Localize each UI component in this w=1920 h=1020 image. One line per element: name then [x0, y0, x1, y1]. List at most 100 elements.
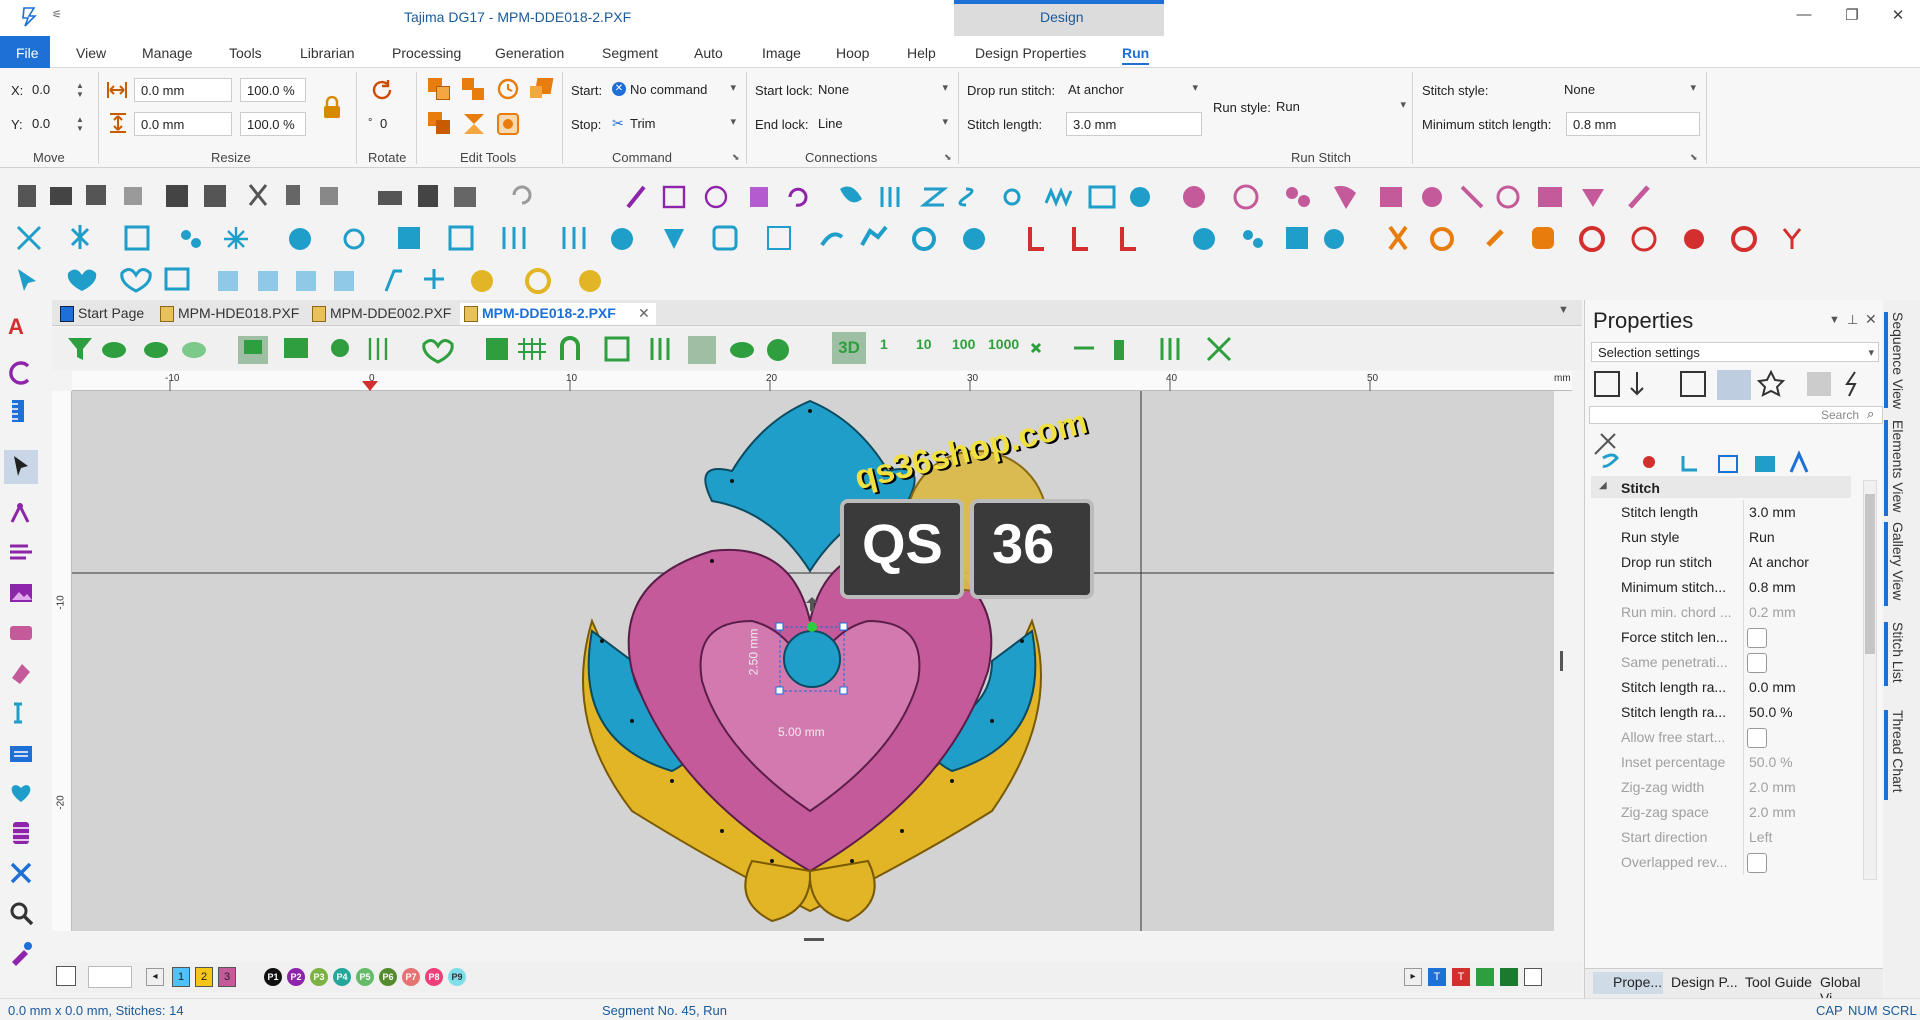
height-input[interactable]: 0.0 mm [134, 112, 232, 136]
hoop-tool-icon[interactable] [8, 620, 34, 646]
run-stitch-launcher-icon[interactable]: ⬊ [1690, 152, 1698, 163]
property-row[interactable]: Stitch length 3.0 mm [1621, 500, 1848, 525]
property-row[interactable]: Minimum stitch... 0.8 mm [1621, 575, 1848, 600]
tab-thread-chart[interactable]: Thread Chart [1890, 710, 1906, 792]
palette-chip[interactable]: P6 [379, 968, 397, 986]
align-icon[interactable] [496, 112, 520, 136]
y-spinner-icon[interactable]: ▲ ▼ [76, 115, 84, 133]
curve-tool-icon[interactable] [8, 360, 34, 386]
property-row[interactable]: Run style Run [1621, 525, 1848, 550]
property-value[interactable]: At anchor [1749, 554, 1809, 570]
step-1000-button[interactable]: 1000 [988, 336, 1019, 352]
needle-chip-3[interactable]: 3 [218, 967, 236, 987]
menu-run[interactable]: Run [1122, 45, 1150, 65]
mirror-icon[interactable] [462, 112, 486, 136]
heart-tool-icon[interactable] [8, 780, 34, 806]
menu-file[interactable]: File [0, 36, 50, 68]
step-100-button[interactable]: 100 [952, 336, 975, 352]
tab-gallery-view[interactable]: Gallery View [1890, 522, 1906, 600]
select-tool-icon[interactable] [4, 450, 38, 484]
stitch-style-select[interactable]: None [1558, 78, 1700, 102]
connections-launcher-icon[interactable]: ⬊ [944, 152, 952, 163]
height-percent-input[interactable]: 100.0 % [240, 112, 306, 136]
design-canvas[interactable]: qs36shop.com QS 36 5.00 mm 2.50 mm [72, 391, 1563, 931]
panel-menu-icon[interactable]: ▼ [1829, 314, 1840, 326]
menu-view[interactable]: View [76, 45, 106, 61]
property-row[interactable]: Start direction Left [1621, 825, 1848, 850]
lock-ratio-icon[interactable] [322, 96, 342, 120]
menu-librarian[interactable]: Librarian [300, 45, 354, 61]
palette-chip[interactable]: P2 [287, 968, 305, 986]
close-tab-icon[interactable]: ✕ [638, 305, 650, 322]
stop-command-select[interactable]: Trim [606, 112, 740, 136]
combine-icon[interactable] [428, 112, 450, 134]
element-type-tabs[interactable] [1593, 428, 1873, 474]
needle-chip-1[interactable]: 1 [172, 967, 190, 987]
property-value[interactable]: 0.8 mm [1749, 579, 1796, 595]
width-input[interactable]: 0.0 mm [134, 78, 232, 102]
zoom-tool-icon[interactable] [8, 900, 34, 926]
quick-access-icon[interactable]: ⚟ [52, 8, 62, 21]
image-tool-icon[interactable] [8, 580, 34, 606]
reshape-icon[interactable] [530, 78, 554, 100]
menu-hoop[interactable]: Hoop [836, 45, 869, 61]
eraser-tool-icon[interactable] [8, 660, 34, 686]
node-edit-tool-icon[interactable] [8, 500, 34, 526]
menu-processing[interactable]: Processing [392, 45, 461, 61]
search-icon[interactable]: ⌕ [1867, 406, 1874, 422]
palette-chip[interactable]: P5 [356, 968, 374, 986]
property-row[interactable]: Stitch length ra... 0.0 mm [1621, 675, 1848, 700]
property-checkbox[interactable] [1747, 628, 1767, 648]
tab-mpm-dde018-2[interactable]: MPM-DDE018-2.PXF ✕ [460, 303, 656, 325]
drop-run-stitch-select[interactable]: At anchor [1062, 78, 1202, 102]
tab-tool-guide[interactable]: Tool Guide [1745, 974, 1812, 990]
color-picker-tool-icon[interactable] [8, 940, 34, 966]
ungroup-icon[interactable] [462, 78, 484, 100]
scissors-tool-icon[interactable] [8, 860, 34, 886]
stitch-edit-tool-icon[interactable] [8, 540, 34, 566]
property-row[interactable]: Same penetrati... [1621, 650, 1848, 675]
group-icon[interactable] [428, 78, 450, 100]
horizontal-scroll-handle[interactable] [804, 938, 824, 941]
palette-chip[interactable]: P9 [448, 968, 466, 986]
property-row[interactable]: Run min. chord ... 0.2 mm [1621, 600, 1848, 625]
scroll-right-icon[interactable]: ▸ [1404, 968, 1422, 986]
tab-start-page[interactable]: Start Page [56, 303, 148, 325]
stitch-length-input[interactable]: 3.0 mm [1066, 112, 1202, 136]
property-value[interactable]: 0.2 mm [1749, 604, 1796, 620]
end-lock-select[interactable]: Line [812, 112, 952, 136]
property-row[interactable]: Allow free start... [1621, 725, 1848, 750]
pin-icon[interactable]: ⊥ [1847, 312, 1858, 328]
collapse-icon[interactable]: ◢ [1599, 480, 1607, 491]
property-toolbar-icons[interactable] [1593, 368, 1883, 400]
tab-mpm-hde018[interactable]: MPM-HDE018.PXF [156, 303, 302, 325]
thread-t-icon[interactable]: T [1428, 968, 1446, 986]
3d-view-button[interactable]: 3D [832, 332, 866, 364]
rotate-angle-input[interactable]: 0 [374, 112, 408, 136]
selection-settings-select[interactable]: Selection settings [1591, 342, 1879, 362]
tab-sequence-view[interactable]: Sequence View [1890, 312, 1906, 409]
step-1-button[interactable]: 1 [880, 336, 888, 352]
step-navigation-icons[interactable] [1028, 334, 1268, 364]
edit-stitch-icons[interactable] [14, 265, 614, 295]
panel-close-icon[interactable]: ✕ [1865, 311, 1877, 328]
x-spinner-icon[interactable]: ▲ ▼ [76, 81, 84, 99]
property-checkbox[interactable] [1747, 653, 1767, 673]
menu-auto[interactable]: Auto [694, 45, 723, 61]
property-value[interactable]: 2.0 mm [1749, 804, 1796, 820]
thread-dark-green-icon[interactable] [1500, 968, 1518, 986]
property-row[interactable]: Overlapped rev... [1621, 850, 1848, 875]
palette-chip[interactable]: P8 [425, 968, 443, 986]
menu-help[interactable]: Help [907, 45, 936, 61]
property-checkbox[interactable] [1747, 728, 1767, 748]
rotate-element-icon[interactable] [496, 77, 520, 101]
property-row[interactable]: Stitch length ra... 50.0 % [1621, 700, 1848, 725]
thread-t-red-icon[interactable]: T [1452, 968, 1470, 986]
measure-tool-icon[interactable] [8, 700, 34, 726]
tabs-dropdown-icon[interactable]: ▼ [1558, 304, 1569, 316]
command-launcher-icon[interactable]: ⬊ [732, 152, 740, 163]
minimize-button[interactable]: — [1784, 6, 1824, 30]
restore-button[interactable]: ❐ [1832, 6, 1872, 30]
menu-image[interactable]: Image [762, 45, 801, 61]
menu-segment[interactable]: Segment [602, 45, 658, 61]
